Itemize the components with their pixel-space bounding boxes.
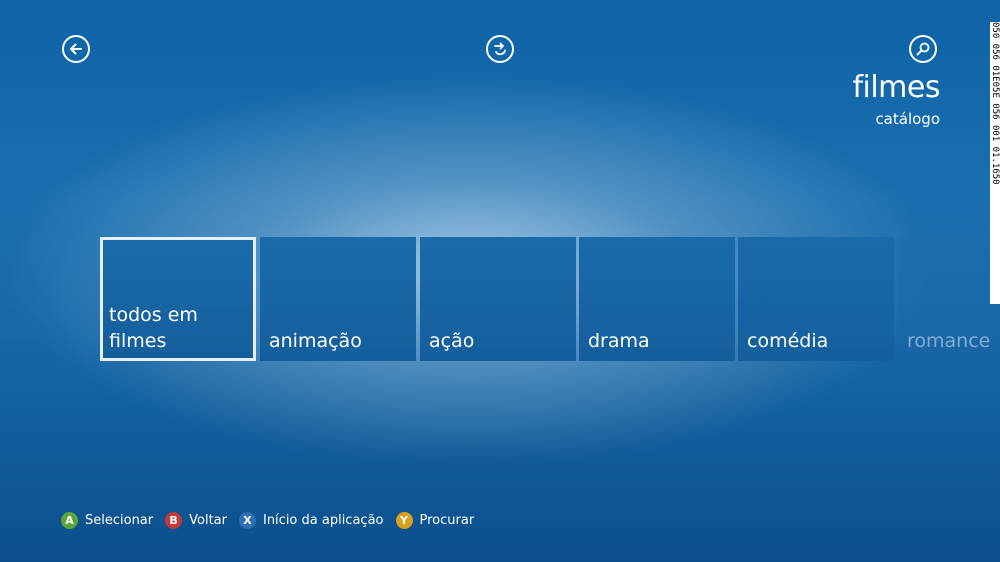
tile-label: drama (588, 330, 650, 352)
arrow-left-icon (70, 43, 82, 55)
tile-label: animação (269, 330, 362, 352)
tile-romance[interactable]: romance (898, 237, 1000, 361)
search-button[interactable] (909, 35, 937, 63)
tile-label: comédia (747, 330, 829, 352)
hint-label: Início da aplicação (262, 513, 384, 528)
a-button-icon: A (61, 512, 78, 529)
back-button[interactable] (62, 35, 90, 63)
tile-label: ação (429, 330, 475, 352)
tile-drama[interactable]: drama (579, 237, 735, 361)
hint-x[interactable]: X Início da aplicação (238, 512, 384, 529)
debug-overlay-strip: 050 056 01E05E 056 001 01.1650 (990, 22, 1000, 304)
hint-label: Voltar (189, 513, 227, 528)
hint-y[interactable]: Y Procurar (395, 512, 475, 529)
tile-animacao[interactable]: animação (260, 237, 416, 361)
hint-b[interactable]: B Voltar (165, 512, 227, 529)
hint-a[interactable]: A Selecionar (61, 512, 153, 529)
tile-label: todos em filmes (109, 304, 198, 352)
page-title: filmes (852, 70, 940, 105)
magnifier-icon (916, 42, 930, 56)
tile-acao[interactable]: ação (420, 237, 576, 361)
category-tiles: todos em filmes animação ação drama comé… (100, 237, 1000, 361)
refresh-button[interactable] (486, 35, 514, 63)
tile-label: romance (907, 330, 991, 352)
page-subtitle: catálogo (875, 110, 940, 128)
hint-label: Procurar (419, 513, 475, 528)
x-button-icon: X (238, 512, 256, 529)
tile-todos-em-filmes[interactable]: todos em filmes (100, 237, 256, 361)
tile-comedia[interactable]: comédia (738, 237, 894, 361)
controller-hints: A Selecionar B Voltar X Início da aplica… (61, 512, 486, 529)
b-button-icon: B (165, 512, 183, 529)
screen: filmes catálogo todos em filmes animação… (0, 0, 1000, 562)
y-button-icon: Y (395, 512, 413, 529)
debug-overlay-text: 050 056 01E05E 056 001 01.1650 (990, 22, 1000, 185)
hint-label: Selecionar (85, 513, 154, 528)
refresh-icon (494, 42, 506, 56)
